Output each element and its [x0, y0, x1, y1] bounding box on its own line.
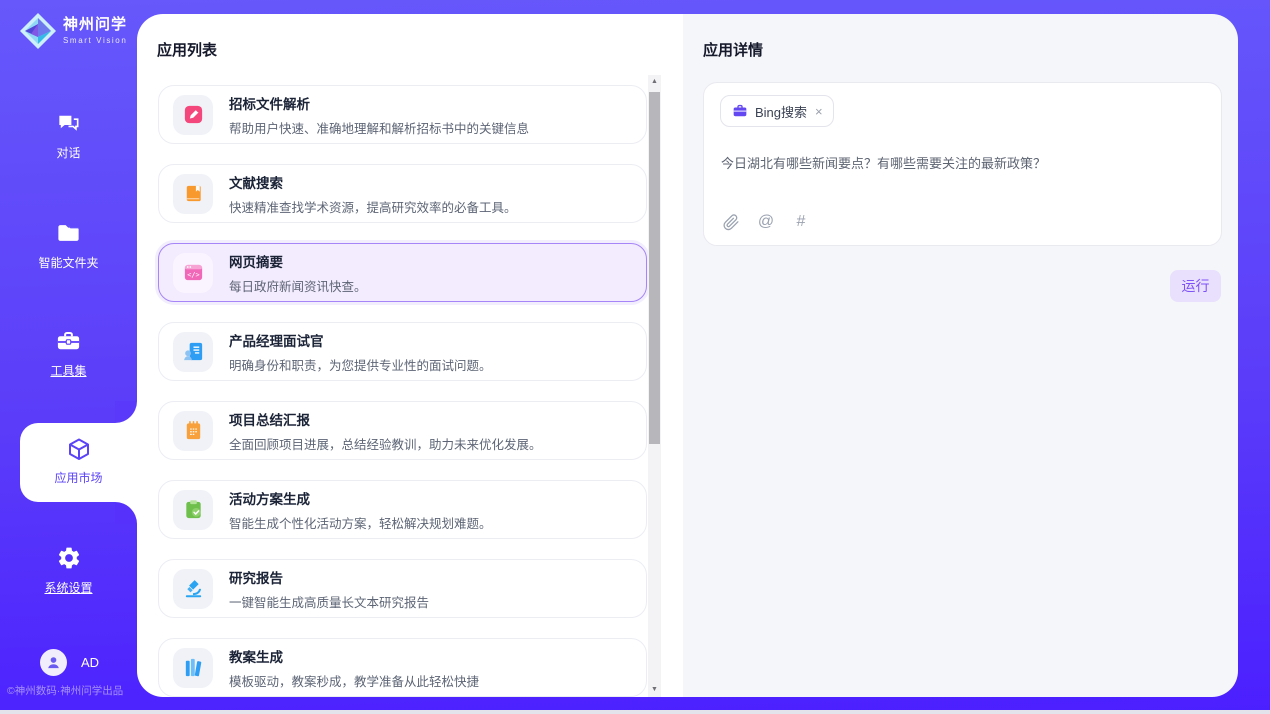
- book-icon: [173, 174, 213, 214]
- app-name: 招标文件解析: [229, 93, 529, 113]
- toolbox-icon: [0, 326, 137, 356]
- app-name: 产品经理面试官: [229, 330, 492, 350]
- edit-doc-icon: [173, 95, 213, 135]
- diamond-logo-icon: [18, 11, 58, 51]
- app-desc: 智能生成个性化活动方案，轻松解决规划难题。: [229, 513, 492, 532]
- at-icon[interactable]: @: [756, 212, 776, 232]
- app-card[interactable]: 招标文件解析帮助用户快速、准确地理解和解析招标书中的关键信息: [158, 85, 647, 144]
- scrollbar[interactable]: ▲ ▼: [648, 75, 661, 697]
- sidebar-item-toolset[interactable]: 工具集: [0, 326, 137, 379]
- sidebar-item-label: 智能文件夹: [0, 254, 137, 271]
- sidebar-item-app-market[interactable]: 应用市场: [20, 423, 137, 502]
- scrollbar-thumb[interactable]: [649, 92, 660, 444]
- briefcase-icon: [732, 103, 748, 119]
- app-name: 网页摘要: [229, 251, 367, 271]
- app-list: 招标文件解析帮助用户快速、准确地理解和解析招标书中的关键信息文献搜索快速精准查找…: [158, 85, 647, 697]
- app-card[interactable]: 活动方案生成智能生成个性化活动方案，轻松解决规划难题。: [158, 480, 647, 539]
- app-detail-title: 应用详情: [703, 39, 763, 60]
- tab-curve-top: [115, 401, 137, 423]
- bottom-edge: [0, 710, 1270, 714]
- user-account[interactable]: AD: [40, 649, 99, 676]
- app-desc: 明确身份和职责，为您提供专业性的面试问题。: [229, 355, 492, 374]
- sidebar-item-label: 应用市场: [20, 469, 137, 486]
- sidebar-item-label: 工具集: [0, 362, 137, 379]
- brand-logo: 神州问学 Smart Vision: [18, 11, 127, 51]
- app-name: 活动方案生成: [229, 488, 492, 508]
- sidebar-item-smart-folder[interactable]: 智能文件夹: [0, 218, 137, 271]
- user-avatar-icon: [40, 649, 67, 676]
- brand-name: 神州问学: [63, 17, 127, 32]
- chat-icon: [0, 108, 137, 138]
- folder-icon: [0, 218, 137, 248]
- tab-curve-bottom: [115, 502, 137, 524]
- clipboard-check-icon: [173, 490, 213, 530]
- app-name: 文献搜索: [229, 172, 517, 192]
- sidebar-item-chat[interactable]: 对话: [0, 108, 137, 161]
- app-desc: 全面回顾项目进展，总结经验教训，助力未来优化发展。: [229, 434, 542, 453]
- copyright-footer: ©神州数码·神州问学出品: [7, 683, 137, 698]
- app-desc: 每日政府新闻资讯快查。: [229, 276, 367, 295]
- browser-code-icon: </>: [173, 253, 213, 293]
- app-desc: 快速精准查找学术资源，提高研究效率的必备工具。: [229, 197, 517, 216]
- app-card[interactable]: 文献搜索快速精准查找学术资源，提高研究效率的必备工具。: [158, 164, 647, 223]
- hash-icon[interactable]: #: [791, 212, 811, 232]
- prompt-composer[interactable]: Bing搜索 × 今日湖北有哪些新闻要点？有哪些需要关注的最新政策？ @ #: [703, 82, 1222, 246]
- app-window: 神州问学 Smart Vision 对话 智能文件夹 工具集 应用市场 系统设置: [0, 0, 1270, 714]
- app-desc: 帮助用户快速、准确地理解和解析招标书中的关键信息: [229, 118, 529, 137]
- tool-tag-bing-search[interactable]: Bing搜索 ×: [720, 95, 834, 127]
- run-button[interactable]: 运行: [1170, 270, 1221, 302]
- tool-tag-label: Bing搜索: [755, 102, 807, 121]
- brand-subtitle: Smart Vision: [63, 37, 127, 45]
- app-desc: 模板驱动，教案秒成，教学准备从此轻松快捷: [229, 671, 479, 690]
- resume-icon: [173, 332, 213, 372]
- microscope-icon: [173, 569, 213, 609]
- sidebar-item-label: 系统设置: [0, 579, 137, 596]
- app-list-title: 应用列表: [157, 39, 217, 60]
- close-icon[interactable]: ×: [815, 104, 823, 119]
- app-desc: 一键智能生成高质量长文本研究报告: [229, 592, 429, 611]
- app-card[interactable]: </> 网页摘要每日政府新闻资讯快查。: [158, 243, 647, 302]
- sidebar: 神州问学 Smart Vision 对话 智能文件夹 工具集 应用市场 系统设置: [0, 0, 137, 714]
- books-icon: [173, 648, 213, 688]
- sidebar-item-settings[interactable]: 系统设置: [0, 543, 137, 596]
- cube-icon: [20, 435, 137, 465]
- app-name: 项目总结汇报: [229, 409, 542, 429]
- app-name: 教案生成: [229, 646, 479, 666]
- svg-text:</>: </>: [187, 271, 199, 279]
- app-detail-panel: 应用详情 Bing搜索 × 今日湖北有哪些新闻要点？有哪些需要关注的最新政策？ …: [683, 14, 1238, 697]
- app-card[interactable]: 产品经理面试官明确身份和职责，为您提供专业性的面试问题。: [158, 322, 647, 381]
- scroll-down-icon[interactable]: ▼: [648, 683, 661, 697]
- user-name: AD: [81, 655, 99, 670]
- sidebar-item-label: 对话: [0, 144, 137, 161]
- scroll-up-icon[interactable]: ▲: [648, 75, 661, 89]
- query-text[interactable]: 今日湖北有哪些新闻要点？有哪些需要关注的最新政策？: [721, 153, 1201, 172]
- app-name: 研究报告: [229, 567, 429, 587]
- paperclip-icon[interactable]: [721, 212, 741, 232]
- app-card[interactable]: 研究报告一键智能生成高质量长文本研究报告: [158, 559, 647, 618]
- app-card[interactable]: 项目总结汇报全面回顾项目进展，总结经验教训，助力未来优化发展。: [158, 401, 647, 460]
- gear-icon: [0, 543, 137, 573]
- app-card[interactable]: 教案生成模板驱动，教案秒成，教学准备从此轻松快捷: [158, 638, 647, 697]
- notepad-icon: [173, 411, 213, 451]
- app-list-panel: 应用列表 招标文件解析帮助用户快速、准确地理解和解析招标书中的关键信息文献搜索快…: [137, 14, 683, 697]
